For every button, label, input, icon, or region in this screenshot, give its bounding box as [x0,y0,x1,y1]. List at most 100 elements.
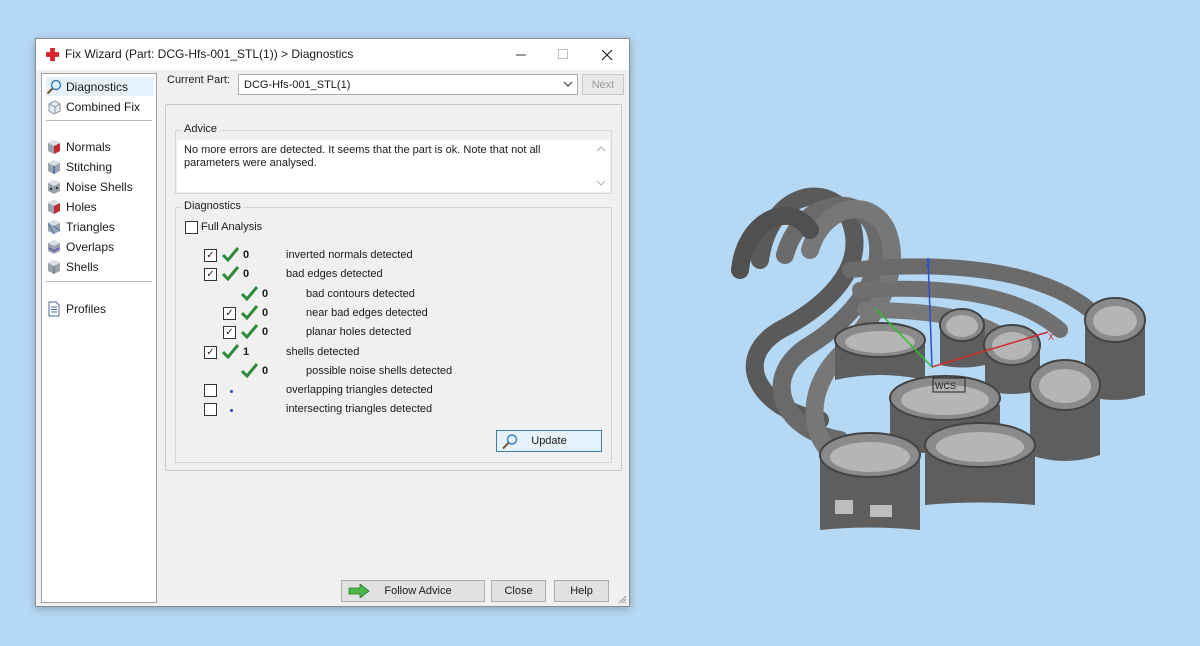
sidebar-item-profiles[interactable]: Profiles [46,299,154,318]
bad-edges-count: 0 [243,268,250,280]
sidebar-item-diagnostics[interactable]: Diagnostics [46,77,154,96]
triangles-cube-icon [47,219,61,234]
green-check-icon [241,363,258,378]
diagnostics-group: Diagnostics Full Analysis ✓ 0 inverted n… [175,200,612,463]
green-check-icon [241,305,258,320]
maximize-icon [557,49,568,59]
inverted-normals-label: inverted normals detected [286,249,413,261]
status-dot-icon [230,390,233,393]
near-bad-edges-label: near bad edges detected [306,307,428,319]
medical-cross-icon [45,47,60,62]
close-window-button[interactable] [584,39,630,70]
title-bar: Fix Wizard (Part: DCG-Hfs-001_STL(1)) > … [36,39,629,70]
bad-contours-count: 0 [262,288,269,300]
current-part-value: DCG-Hfs-001_STL(1) [244,78,351,91]
bad-edges-label: bad edges detected [286,268,383,280]
sidebar-item-label: Stitching [66,159,113,174]
full-analysis-checkbox[interactable] [185,221,198,234]
intersecting-triangles-label: intersecting triangles detected [286,403,433,415]
sidebar-item-label: Shells [66,259,99,274]
current-part-select[interactable]: DCG-Hfs-001_STL(1) [238,74,578,95]
sidebar-item-overlaps[interactable]: Overlaps [46,237,154,256]
near-bad-edges-count: 0 [262,307,269,319]
fix-wizard-window: Fix Wizard (Part: DCG-Hfs-001_STL(1)) > … [35,38,630,607]
close-button[interactable]: Close [491,580,546,602]
sidebar-divider [46,120,152,121]
planar-holes-checkbox[interactable]: ✓ [223,326,236,339]
advice-group: Advice No more errors are detected. It s… [175,123,612,194]
sidebar-item-label: Combined Fix [66,99,141,114]
wizard-sidebar: Diagnostics Combined Fix Normals Stitchi… [41,73,157,603]
advice-scrollbar[interactable] [594,142,608,190]
follow-advice-label: Follow Advice [384,585,452,597]
bad-contours-label: bad contours detected [306,288,415,300]
noise-shells-cube-icon [48,179,60,194]
overlapping-triangles-label: overlapping triangles detected [286,384,433,396]
planar-holes-count: 0 [262,326,269,338]
resize-grip-icon[interactable] [617,594,627,604]
near-bad-edges-checkbox[interactable]: ✓ [223,307,236,320]
advice-title: Advice [181,123,221,135]
green-check-icon [222,247,239,262]
inverted-normals-checkbox[interactable]: ✓ [204,249,217,262]
overlaps-cube-icon [48,239,60,254]
green-arrow-icon [348,584,370,598]
axis-x-label: X [1048,332,1054,342]
chevron-down-icon [563,81,573,87]
sidebar-item-holes[interactable]: Holes [46,197,154,216]
sidebar-item-triangles[interactable]: Triangles [46,217,154,236]
current-part-label: Current Part: [167,74,230,86]
magnifier-icon [46,79,62,94]
advice-textbox[interactable]: No more errors are detected. It seems th… [177,140,610,192]
sidebar-item-label: Profiles [66,301,107,316]
green-check-icon [241,286,258,301]
update-label: Update [531,435,567,447]
minimize-button[interactable] [498,39,544,70]
sidebar-item-stitching[interactable]: Stitching [46,157,154,176]
bad-edges-checkbox[interactable]: ✓ [204,268,217,281]
sidebar-item-label: Noise Shells [66,179,133,194]
diagnostics-panel: Advice No more errors are detected. It s… [165,104,622,471]
combined-fix-icon [48,99,61,115]
diagnostics-title: Diagnostics [181,200,244,212]
shells-label: shells detected [286,346,360,358]
sidebar-item-noise-shells[interactable]: Noise Shells [46,177,154,196]
green-check-icon [222,266,239,281]
sidebar-item-normals[interactable]: Normals [46,137,154,156]
help-button[interactable]: Help [554,580,609,602]
green-check-icon [222,344,239,359]
advice-text: No more errors are detected. It seems th… [184,144,541,169]
next-button[interactable]: Next [582,74,624,95]
sidebar-item-combined-fix[interactable]: Combined Fix [46,97,154,116]
follow-advice-button[interactable]: Follow Advice [341,580,485,602]
shells-checkbox[interactable]: ✓ [204,346,217,359]
model-viewport[interactable]: Z X WCS [700,160,1170,560]
overlapping-triangles-checkbox[interactable] [204,384,217,397]
sidebar-item-label: Overlaps [66,239,115,254]
sidebar-item-label: Diagnostics [66,79,129,94]
status-dot-icon [230,409,233,412]
noise-shells-label: possible noise shells detected [306,365,453,377]
intersecting-triangles-checkbox[interactable] [204,403,217,416]
inverted-normals-count: 0 [243,249,250,261]
minimize-icon [515,54,526,56]
sidebar-item-shells[interactable]: Shells [46,257,154,276]
holes-cube-icon [48,199,60,214]
planar-holes-label: planar holes detected [306,326,412,338]
scroll-up-icon [596,146,606,152]
shells-count: 1 [243,346,250,358]
close-icon [601,49,613,60]
update-button[interactable]: Update [496,430,602,452]
maximize-button[interactable] [540,39,586,70]
stitching-cube-icon [48,159,60,174]
green-check-icon [241,324,258,339]
wcs-label: WCS [935,381,956,391]
crown-shells [819,297,1146,530]
axis-z-label: Z [926,258,932,268]
document-icon [48,301,60,316]
sidebar-item-label: Triangles [66,219,115,234]
full-analysis-label: Full Analysis [201,221,263,233]
noise-shells-count: 0 [262,365,269,377]
sidebar-divider [46,281,152,282]
window-title: Fix Wizard (Part: DCG-Hfs-001_STL(1)) > … [65,47,354,61]
